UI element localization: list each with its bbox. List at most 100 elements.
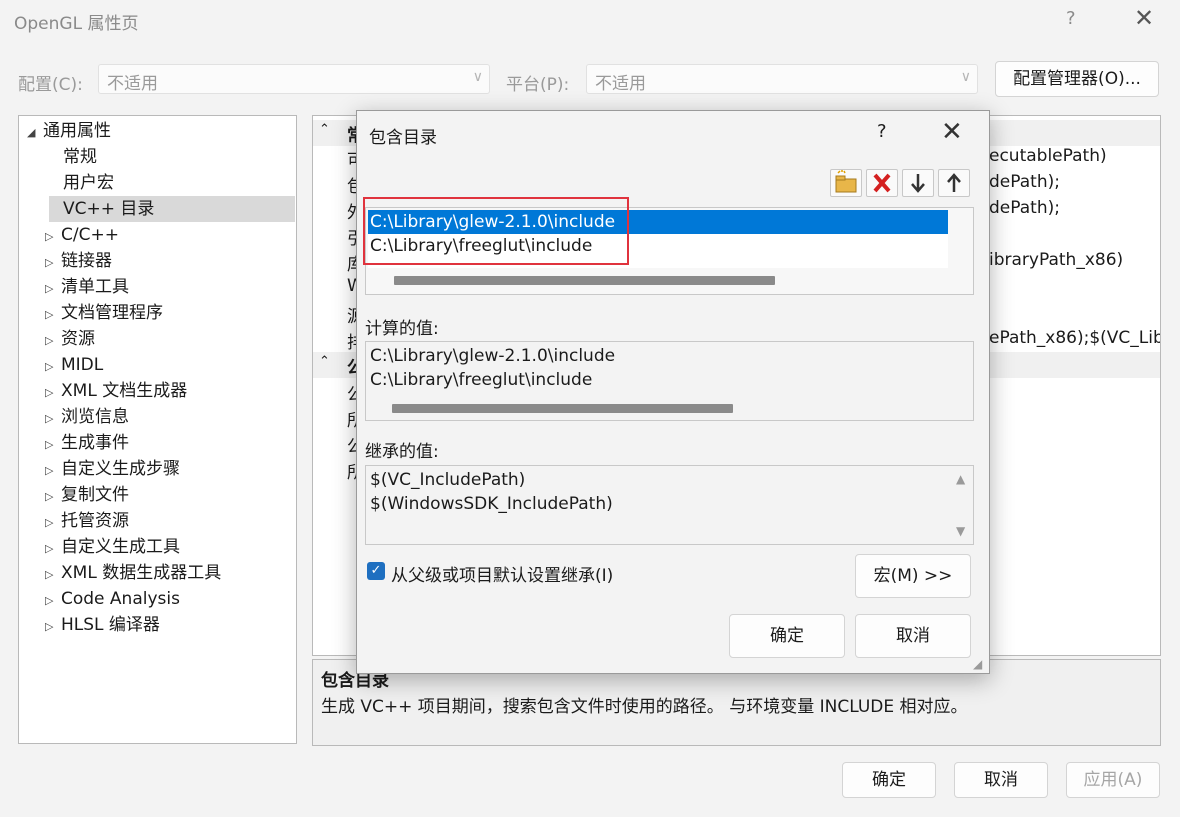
tree-item-code-analysis[interactable]: ▷ Code Analysis: [45, 586, 180, 612]
tree-item-custom-step[interactable]: ▷ 自定义生成步骤: [45, 456, 180, 482]
tree-item-label: XML 数据生成器工具: [61, 563, 222, 583]
new-folder-icon[interactable]: [830, 169, 862, 197]
expand-triangle-icon: ▷: [45, 282, 54, 295]
tree-item-label: MIDL: [61, 355, 104, 375]
grid-row-value[interactable]: ibraryPath_x86): [989, 250, 1123, 270]
expand-triangle-icon: ▷: [45, 438, 54, 451]
tree-item-label: 生成事件: [61, 433, 129, 453]
tree-item-browse[interactable]: ▷ 浏览信息: [45, 404, 129, 430]
tree-item-label: 复制文件: [61, 485, 129, 505]
resize-grip-icon[interactable]: ◢: [973, 657, 982, 671]
grid-row-value[interactable]: ecutablePath): [989, 146, 1107, 166]
tree-root[interactable]: ◢ 通用属性: [27, 118, 111, 144]
macros-button[interactable]: 宏(M) >>: [855, 554, 971, 598]
inherit-checkbox-label[interactable]: 从父级或项目默认设置继承(I): [391, 561, 613, 586]
tree-item-hlsl[interactable]: ▷ HLSL 编译器: [45, 612, 160, 638]
platform-label: 平台(P):: [506, 75, 570, 95]
grid-row-value[interactable]: dePath);: [989, 172, 1060, 192]
include-directories-dialog: 包含目录 ? ✕ C:\Library\glew-2.1.0\include C…: [356, 110, 990, 674]
delete-icon[interactable]: [866, 169, 898, 197]
tree-item-label: 清单工具: [61, 277, 129, 297]
expand-triangle-icon: ▷: [45, 542, 54, 555]
collapse-chevron-icon: ⌃: [319, 354, 330, 369]
chevron-down-icon: ∨: [472, 69, 483, 85]
expand-triangle-icon: ▷: [45, 620, 54, 633]
expand-triangle-icon: ▷: [45, 256, 54, 269]
expand-triangle-icon: ▷: [45, 464, 54, 477]
computed-row: C:\Library\glew-2.1.0\include: [370, 346, 616, 366]
expand-triangle-icon: ▷: [45, 594, 54, 607]
tree-item-copy-files[interactable]: ▷ 复制文件: [45, 482, 129, 508]
chevron-down-icon: ∨: [960, 69, 971, 85]
grid-row-value[interactable]: dePath);: [989, 198, 1060, 218]
tree-item-label: 链接器: [61, 251, 112, 271]
horizontal-scrollbar[interactable]: [394, 276, 775, 285]
expand-triangle-icon: ▷: [45, 334, 54, 347]
help-icon[interactable]: ?: [1066, 8, 1076, 29]
tree-item-xml-doc[interactable]: ▷ XML 文档生成器: [45, 378, 187, 404]
config-combo[interactable]: 不适用 ∨: [98, 64, 490, 94]
config-label: 配置(C):: [18, 75, 83, 95]
window-title: OpenGL 属性页: [14, 14, 139, 34]
tree-item-manifest[interactable]: ▷ 清单工具: [45, 274, 129, 300]
tree-item-label: XML 文档生成器: [61, 381, 188, 401]
expand-triangle-icon: ▷: [45, 516, 54, 529]
tree-item-vc-directories[interactable]: VC++ 目录: [49, 196, 295, 222]
close-icon[interactable]: ✕: [1134, 4, 1154, 32]
property-tree: ◢ 通用属性 常规 用户宏 VC++ 目录 ▷ C/C++ ▷ 链接器 ▷ 清单工具 ▷…: [18, 115, 297, 744]
horizontal-scrollbar[interactable]: [392, 404, 733, 413]
computed-values-box: C:\Library\glew-2.1.0\include C:\Library…: [365, 341, 974, 421]
tree-item-midl[interactable]: ▷ MIDL: [45, 352, 103, 378]
dialog-cancel-button[interactable]: 取消: [855, 614, 971, 658]
move-down-icon[interactable]: [902, 169, 934, 197]
tree-item-label: 托管资源: [61, 511, 129, 531]
tree-item-build-events[interactable]: ▷ 生成事件: [45, 430, 129, 456]
title-bar: OpenGL 属性页 ? ✕: [0, 0, 1180, 44]
tree-item-user-macros[interactable]: 用户宏: [63, 170, 114, 196]
help-icon[interactable]: ?: [877, 121, 887, 142]
config-manager-button[interactable]: 配置管理器(O)...: [995, 61, 1159, 97]
expand-triangle-icon: ▷: [45, 490, 54, 503]
grid-row-value[interactable]: ePath_x86);$(VC_Lib: [989, 328, 1160, 348]
description-text: 生成 VC++ 项目期间，搜索包含文件时使用的路径。 与环境变量 INCLUDE…: [321, 697, 968, 717]
config-value: 不适用: [107, 74, 158, 94]
inherited-values-box: $(VC_IncludePath) $(WindowsSDK_IncludePa…: [365, 465, 974, 545]
tree-item-label: 浏览信息: [61, 407, 129, 427]
expand-triangle-icon: ▷: [45, 568, 54, 581]
tree-item-managed-res[interactable]: ▷ 托管资源: [45, 508, 129, 534]
tree-item-label: HLSL 编译器: [61, 615, 160, 635]
dialog-title: 包含目录: [369, 128, 437, 148]
tree-item-xml-data[interactable]: ▷ XML 数据生成器工具: [45, 560, 221, 586]
expand-triangle-icon: ▷: [45, 386, 54, 399]
tree-item-label: 自定义生成工具: [61, 537, 180, 557]
computed-row: C:\Library\freeglut\include: [370, 370, 593, 390]
tree-item-label: Code Analysis: [61, 589, 180, 609]
close-icon[interactable]: ✕: [941, 117, 963, 147]
tree-root-label: 通用属性: [43, 121, 111, 141]
move-up-icon[interactable]: [938, 169, 970, 197]
platform-combo[interactable]: 不适用 ∨: [586, 64, 978, 94]
tree-item-resources[interactable]: ▷ 资源: [45, 326, 95, 352]
tree-item-linker[interactable]: ▷ 链接器: [45, 248, 112, 274]
scroll-up-icon[interactable]: ▲: [956, 472, 965, 486]
tree-item-general[interactable]: 常规: [63, 144, 97, 170]
highlight-box: [363, 197, 629, 265]
inherit-checkbox[interactable]: ✓: [367, 562, 385, 580]
dialog-ok-button[interactable]: 确定: [729, 614, 845, 658]
expand-triangle-icon: ▷: [45, 308, 54, 321]
expand-triangle-icon: ▷: [45, 412, 54, 425]
tree-item-custom-tool[interactable]: ▷ 自定义生成工具: [45, 534, 180, 560]
tree-item-xdc[interactable]: ▷ 文档管理程序: [45, 300, 163, 326]
inherited-label: 继承的值:: [365, 442, 439, 462]
expand-triangle-icon: ▷: [45, 360, 54, 373]
inherited-row: $(WindowsSDK_IncludePath): [370, 494, 613, 514]
scroll-down-icon[interactable]: ▼: [956, 524, 965, 538]
tree-item-label: 资源: [61, 329, 95, 349]
collapse-chevron-icon: ⌃: [319, 122, 330, 137]
apply-button[interactable]: 应用(A): [1066, 762, 1160, 798]
tree-item-cpp[interactable]: ▷ C/C++: [45, 222, 119, 248]
ok-button[interactable]: 确定: [842, 762, 936, 798]
tree-item-label: 文档管理程序: [61, 303, 163, 323]
tree-item-label: 自定义生成步骤: [61, 459, 180, 479]
cancel-button[interactable]: 取消: [954, 762, 1048, 798]
